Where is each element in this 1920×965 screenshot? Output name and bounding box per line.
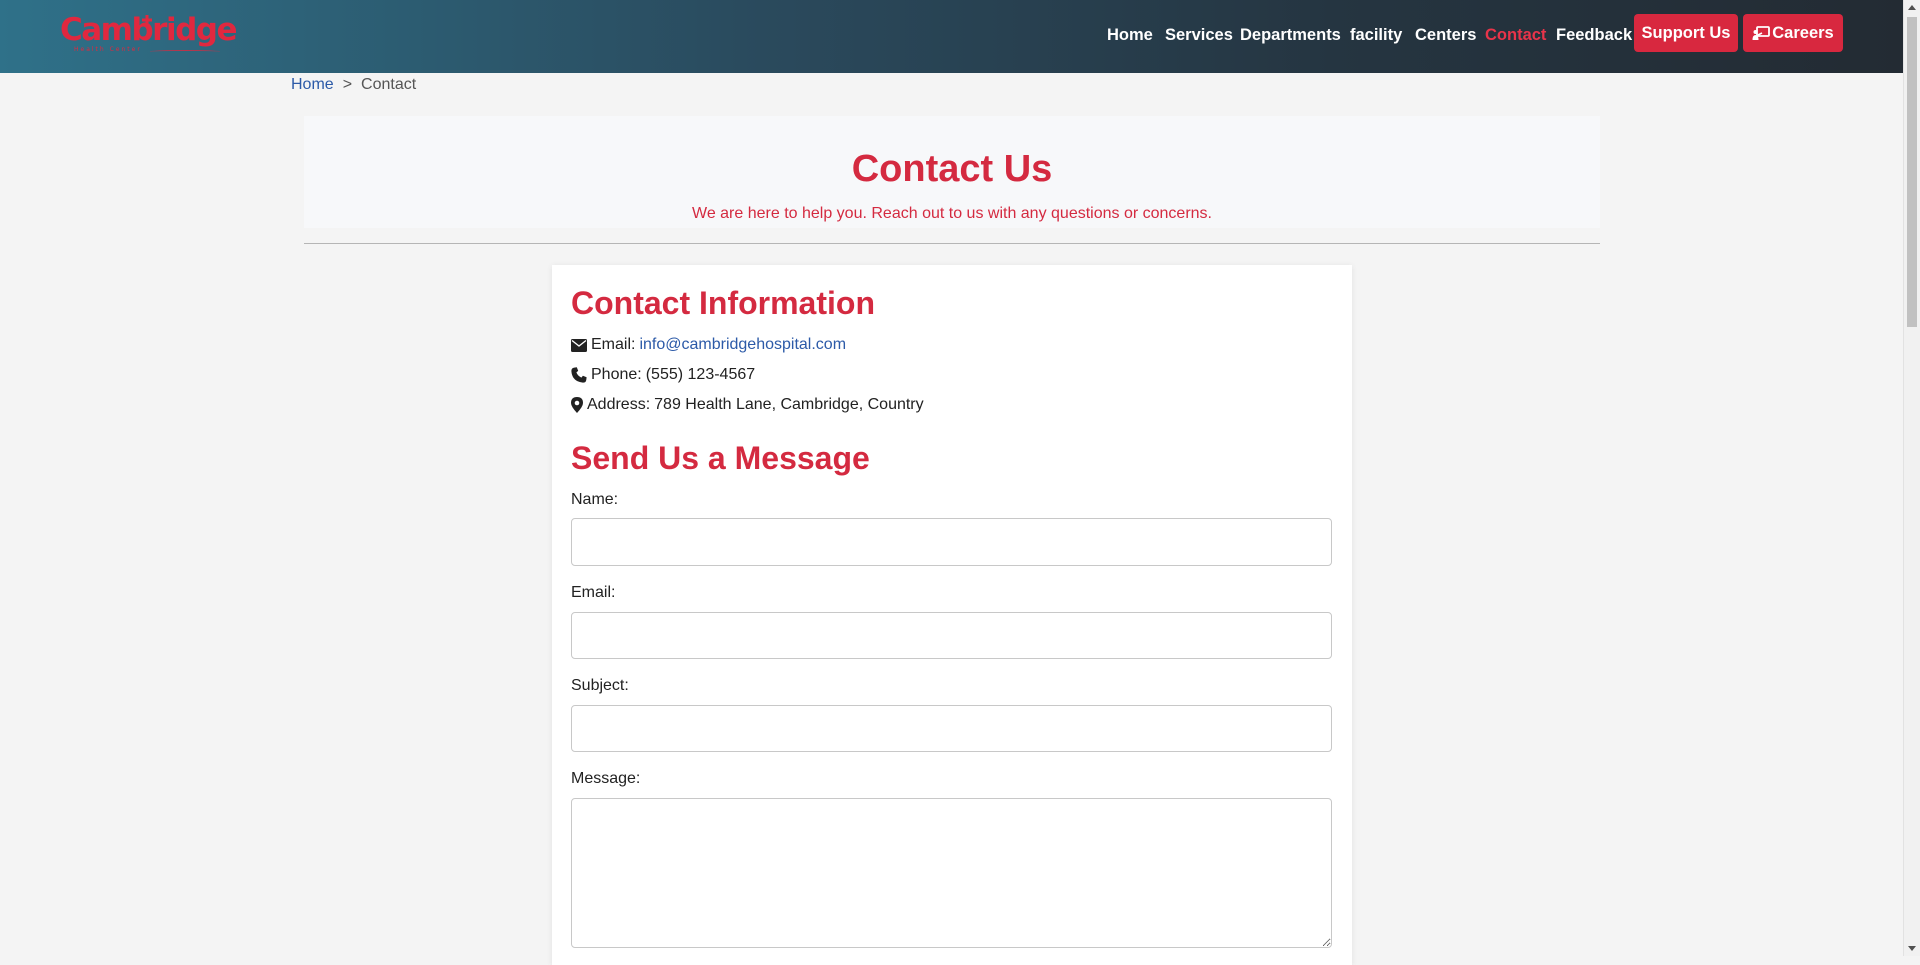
email-input[interactable] [571, 612, 1332, 659]
send-message-heading: Send Us a Message [571, 440, 870, 476]
logo-swoosh [150, 50, 220, 53]
breadcrumb-current: Contact [361, 76, 417, 93]
scroll-down-arrow-icon[interactable] [1908, 946, 1916, 951]
medical-cross-icon [142, 15, 152, 25]
address-value: 789 Health Lane, Cambridge, Country [654, 396, 924, 413]
careers-label: Careers [1772, 23, 1834, 42]
presentation-icon [1752, 25, 1771, 40]
address-label: Address: [587, 396, 651, 413]
support-us-label: Support Us [1641, 23, 1731, 42]
nav-departments[interactable]: Departments [1240, 26, 1341, 45]
email-link[interactable]: info@cambridgehospital.com [639, 336, 846, 354]
contact-card: Contact Information Email: info@cambridg… [552, 265, 1352, 965]
breadcrumb-home[interactable]: Home [291, 76, 334, 93]
name-input[interactable] [571, 518, 1332, 566]
contact-hero: Contact Us We are here to help you. Reac… [304, 116, 1600, 228]
email-field-label: Email: [571, 584, 616, 601]
nav-facility[interactable]: facility [1350, 26, 1402, 45]
careers-button[interactable]: Careers [1743, 14, 1843, 52]
nav-feedback[interactable]: Feedback [1556, 26, 1632, 45]
name-label: Name: [571, 491, 619, 508]
site-logo[interactable]: Cambridge Health Center [60, 10, 237, 56]
nav-services[interactable]: Services [1165, 26, 1233, 45]
site-header: Cambridge Health Center Home Services De… [0, 0, 1903, 73]
nav-centers[interactable]: Centers [1415, 26, 1476, 45]
nav-contact[interactable]: Contact [1485, 26, 1546, 45]
scroll-up-arrow-icon[interactable] [1908, 5, 1916, 10]
page-subtitle: We are here to help you. Reach out to us… [692, 205, 1212, 222]
contact-information-heading: Contact Information [571, 285, 875, 321]
contact-email-line: Email: info@cambridgehospital.com [571, 336, 846, 354]
map-marker-icon [571, 397, 583, 413]
breadcrumb: Home > Contact [291, 76, 416, 94]
scrollbar-thumb[interactable] [1907, 17, 1917, 327]
message-textarea[interactable] [571, 798, 1332, 948]
section-divider [304, 243, 1600, 244]
contact-phone-line: Phone: (555) 123-4567 [571, 366, 755, 384]
phone-label: Phone: [591, 366, 642, 383]
email-label: Email: [591, 336, 636, 353]
logo-subtext: Health Center [74, 46, 142, 53]
subject-label: Subject: [571, 677, 629, 694]
phone-value: (555) 123-4567 [645, 366, 756, 383]
contact-address-line: Address: 789 Health Lane, Cambridge, Cou… [571, 396, 924, 414]
page-scrollbar[interactable] [1903, 0, 1920, 956]
nav-home[interactable]: Home [1107, 26, 1153, 45]
page-title: Contact Us [851, 148, 1053, 190]
subject-input[interactable] [571, 705, 1332, 752]
phone-icon [571, 367, 587, 383]
support-us-button[interactable]: Support Us [1634, 14, 1738, 52]
breadcrumb-separator: > [342, 76, 353, 93]
envelope-icon [571, 338, 587, 352]
message-label: Message: [571, 770, 641, 787]
